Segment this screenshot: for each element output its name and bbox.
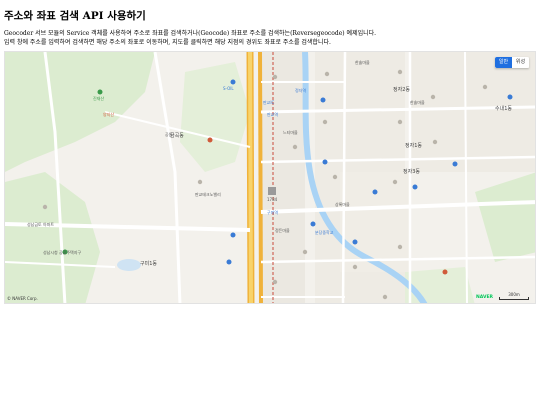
map-type-satellite-button[interactable]: 위성 <box>512 57 529 68</box>
map-canvas[interactable]: 진재산 양지산 공원 성남금토 아파트 성남시청 공공주택지구 구미1동 S-OIL 판교역 판… <box>4 51 536 304</box>
map-label: 수내1동 <box>495 106 512 112</box>
map-label: 구미역 <box>267 210 279 215</box>
map-base-layer <box>5 52 535 303</box>
map-label: 성남시청 공공주택지구 <box>43 250 82 255</box>
description-line-2: 입력 창에 주소를 입력하여 검색하면 해당 주소의 좌표로 이동하며, 지도를… <box>4 39 331 46</box>
map-scale: 300m <box>499 292 529 300</box>
map-label: 성남금토 아파트 <box>27 222 55 227</box>
map-label: S-OIL <box>223 86 234 91</box>
naver-logo: NAVER <box>476 295 493 300</box>
map-copyright: © NAVER Corp. <box>7 296 38 301</box>
map-label: 느티마을 <box>283 130 298 135</box>
map-label: 정자2동 <box>393 87 410 93</box>
map-label: 양지산 <box>103 112 115 117</box>
description-line-1: Geocoder 서브 모듈의 Service 객체를 사용하여 주소로 좌표를… <box>4 30 377 37</box>
map-label: 판교역 <box>267 112 279 117</box>
map-label: 분당중학교 <box>315 230 334 235</box>
map-scale-bar <box>499 297 529 300</box>
map-label: 한솔마을 <box>355 60 370 65</box>
map-label: 정자역 <box>295 88 307 93</box>
map-label: 정자3동 <box>403 169 420 175</box>
page-description: Geocoder 서브 모듈의 Service 객체를 사용하여 주소로 좌표를… <box>4 29 534 47</box>
map-label: 한솔마을 <box>410 100 425 105</box>
map-label: 판교테크노밸리 <box>195 192 221 197</box>
map-label: 상록마을 <box>335 202 350 207</box>
map-label: 1784 <box>267 197 278 202</box>
page-title: 주소와 좌표 검색 API 사용하기 <box>4 10 146 22</box>
map-label: 정자1동 <box>405 143 422 149</box>
map-label: 금곡동 <box>170 133 184 139</box>
map-label: 정든마을 <box>275 228 290 233</box>
map-label: 구미1동 <box>140 261 157 267</box>
map-type-control[interactable]: 일반 위성 <box>495 57 529 68</box>
map-label: 판교IC <box>263 100 275 105</box>
map-label: 진재산 <box>93 96 105 101</box>
map-type-normal-button[interactable]: 일반 <box>495 57 512 68</box>
